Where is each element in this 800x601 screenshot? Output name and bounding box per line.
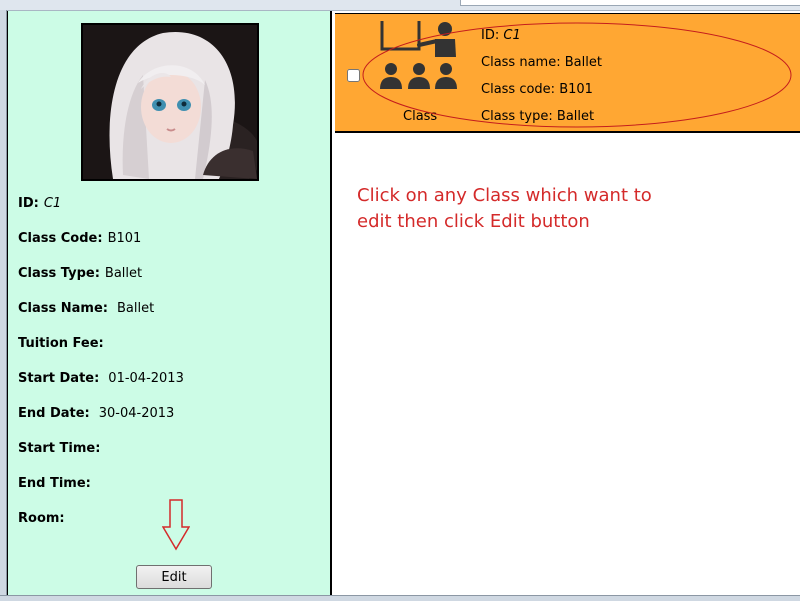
detail-end-time: End Time:: [18, 476, 96, 491]
window-top-bar: [0, 0, 800, 11]
card-name-value: Ballet: [564, 55, 602, 70]
class-type-value: Ballet: [104, 266, 143, 281]
detail-start-date: Start Date: 01-04-2013: [18, 371, 184, 386]
edit-button[interactable]: Edit: [136, 565, 212, 589]
class-list-area: Class ID: C1 Class name: Ballet Class co…: [335, 11, 800, 595]
window-left-border: [0, 10, 7, 600]
detail-class-type: Class Type: Ballet: [18, 266, 142, 281]
class-name-value: Ballet: [116, 301, 155, 316]
class-type-label: Class Type:: [18, 266, 100, 281]
class-photo: [81, 23, 259, 181]
card-name-label: Class name:: [481, 55, 561, 70]
detail-class-code: Class Code: B101: [18, 231, 141, 246]
room-label: Room:: [18, 511, 65, 526]
card-type-label: Class type:: [481, 109, 553, 124]
detail-start-time: Start Time:: [18, 441, 105, 456]
start-date-label: Start Date:: [18, 371, 100, 386]
class-caption: Class: [403, 109, 438, 124]
detail-end-date: End Date: 30-04-2013: [18, 406, 174, 421]
search-box[interactable]: [460, 0, 800, 6]
arrow-down-icon: [162, 499, 190, 551]
card-code-label: Class code:: [481, 82, 556, 97]
card-code-value: B101: [559, 82, 593, 97]
card-id-value: C1: [503, 28, 521, 43]
class-code-value: B101: [107, 231, 142, 246]
tuition-fee-label: Tuition Fee:: [18, 336, 104, 351]
start-date-value: 01-04-2013: [108, 371, 184, 386]
card-id: ID: C1: [481, 28, 521, 43]
end-date-label: End Date:: [18, 406, 90, 421]
class-name-label: Class Name:: [18, 301, 108, 316]
class-details-panel: ID: C1 Class Code: B101 Class Type: Ballet …: [7, 11, 332, 595]
card-id-label: ID:: [481, 28, 500, 43]
detail-room: Room:: [18, 511, 70, 526]
detail-tuition-fee: Tuition Fee:: [18, 336, 109, 351]
card-class-name: Class name: Ballet: [481, 55, 602, 70]
start-time-label: Start Time:: [18, 441, 101, 456]
id-label: ID:: [18, 196, 39, 211]
id-value: C1: [43, 196, 62, 211]
class-select-checkbox[interactable]: [347, 69, 360, 82]
instruction-text: Click on any Class which want to edit th…: [357, 185, 652, 232]
end-date-value: 30-04-2013: [98, 406, 175, 421]
class-card[interactable]: Class ID: C1 Class name: Ballet Class co…: [335, 13, 800, 133]
card-class-code: Class code: B101: [481, 82, 593, 97]
detail-id: ID: C1: [18, 196, 61, 211]
card-type-value: Ballet: [556, 109, 595, 124]
detail-class-name: Class Name: Ballet: [18, 301, 154, 316]
class-code-label: Class Code:: [18, 231, 103, 246]
end-time-label: End Time:: [18, 476, 91, 491]
classroom-icon: [380, 21, 457, 89]
card-class-type: Class type: Ballet: [481, 109, 594, 124]
window-bottom-border: [0, 595, 800, 601]
